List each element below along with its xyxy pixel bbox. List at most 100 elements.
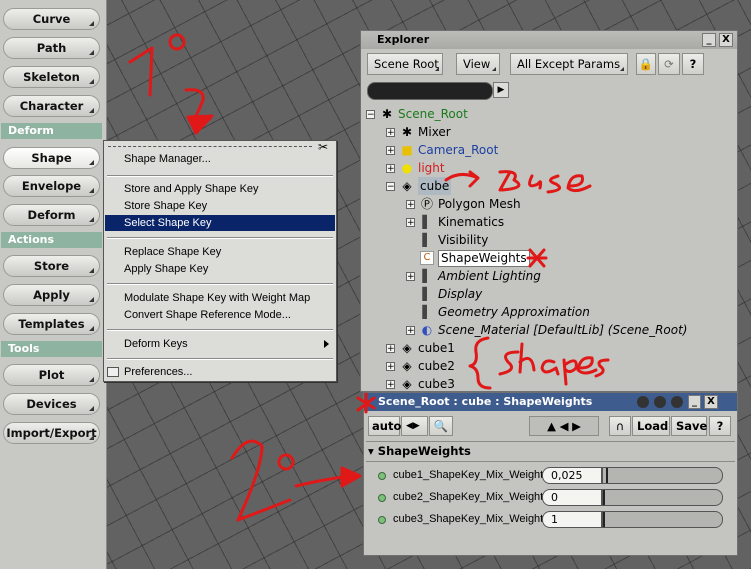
- menu-item-convert-shape-reference-mode[interactable]: Convert Shape Reference Mode...: [105, 307, 335, 323]
- mode-icon[interactable]: [637, 396, 649, 408]
- tree-node[interactable]: + ✱ Mixer: [362, 123, 734, 141]
- menu-item-modulate-shape-key[interactable]: Modulate Shape Key with Weight Map: [105, 290, 335, 306]
- key-nav-buttons[interactable]: ◀▶: [401, 416, 428, 436]
- menu-arrow-icon: [89, 435, 94, 440]
- skeleton-button[interactable]: Skeleton: [3, 66, 100, 88]
- tree-node-label: Camera_Root: [418, 143, 499, 157]
- scope-dropdown[interactable]: Scene Root: [367, 53, 443, 75]
- search-go-button[interactable]: ▶: [493, 82, 509, 98]
- tree-node[interactable]: ▌ Geometry Approximation: [362, 303, 734, 321]
- lock-button[interactable]: 🔒: [636, 53, 656, 75]
- slider-handle[interactable]: [603, 490, 605, 505]
- expand-icon[interactable]: +: [386, 380, 395, 390]
- menu-item-preferences[interactable]: Preferences...: [105, 364, 335, 380]
- shape-weight-slider-row[interactable]: cube1_ShapeKey_Mix_Weight 0,025: [372, 467, 732, 485]
- minimize-button[interactable]: _: [702, 33, 716, 47]
- menu-item-store-shape-key[interactable]: Store Shape Key: [105, 198, 335, 214]
- tree-node[interactable]: + ◈ cube2: [362, 357, 734, 375]
- envelope-button[interactable]: Envelope: [3, 175, 100, 197]
- load-button[interactable]: Load: [632, 416, 670, 436]
- section-toggle[interactable]: ▾ ShapeWeights: [368, 444, 471, 458]
- slider-track[interactable]: [602, 489, 723, 506]
- expand-icon[interactable]: +: [406, 200, 415, 210]
- lock-toggle-button[interactable]: ∩: [609, 416, 631, 436]
- tree-node[interactable]: − ◈ cube: [362, 177, 734, 195]
- character-button[interactable]: Character: [3, 95, 100, 117]
- slider-value-field[interactable]: 0: [542, 489, 602, 506]
- expand-icon[interactable]: +: [386, 128, 395, 138]
- search-field[interactable]: [367, 82, 493, 100]
- tree-node[interactable]: + ◈ cube1: [362, 339, 734, 357]
- close-button[interactable]: X: [704, 395, 718, 409]
- mixer-icon: ✱: [401, 125, 413, 139]
- auto-button[interactable]: auto: [368, 416, 401, 436]
- collapse-icon[interactable]: −: [366, 110, 375, 120]
- shape-button[interactable]: Shape: [3, 147, 100, 169]
- tree-node[interactable]: ▌ Display: [362, 285, 734, 303]
- refresh-button[interactable]: ⟳: [658, 53, 680, 75]
- tear-off-line[interactable]: [108, 146, 312, 147]
- help-button[interactable]: ?: [682, 53, 704, 75]
- store-button[interactable]: Store: [3, 255, 100, 277]
- slider-track[interactable]: [602, 467, 723, 484]
- menu-item-apply-shape-key[interactable]: Apply Shape Key: [105, 261, 335, 277]
- slider-handle[interactable]: [603, 512, 605, 527]
- animation-marker-icon[interactable]: [378, 494, 386, 502]
- animation-marker-icon[interactable]: [378, 472, 386, 480]
- minimize-button[interactable]: _: [688, 395, 701, 409]
- expand-icon[interactable]: +: [386, 344, 395, 354]
- expand-icon[interactable]: +: [386, 164, 395, 174]
- explorer-titlebar[interactable]: Explorer: [361, 31, 737, 49]
- shape-weight-slider-row[interactable]: cube2_ShapeKey_Mix_Weight 0: [372, 489, 732, 507]
- expand-icon[interactable]: +: [406, 272, 415, 282]
- tree-node[interactable]: + ■ Camera_Root: [362, 141, 734, 159]
- key-search-button[interactable]: 🔍: [429, 416, 453, 436]
- slider-handle[interactable]: [606, 468, 608, 483]
- close-button[interactable]: X: [719, 33, 733, 47]
- expand-icon[interactable]: +: [386, 362, 395, 372]
- tree-node[interactable]: + ◈ cube3: [362, 375, 734, 393]
- tree-node[interactable]: + ◐ Scene_Material [DefaultLib] (Scene_Roo…: [362, 321, 734, 339]
- templates-button[interactable]: Templates: [3, 313, 100, 335]
- info-icon[interactable]: [671, 396, 683, 408]
- globe-icon[interactable]: [654, 396, 666, 408]
- curve-button[interactable]: Curve: [3, 8, 100, 30]
- filter-dropdown[interactable]: All Except Params: [510, 53, 628, 75]
- plot-button[interactable]: Plot: [3, 364, 100, 386]
- apply-button[interactable]: Apply: [3, 284, 100, 306]
- tree-node[interactable]: + ▌ Ambient Lighting: [362, 267, 734, 285]
- view-label: View: [463, 57, 491, 71]
- tree-node[interactable]: + ▌ Kinematics: [362, 213, 734, 231]
- tree-node[interactable]: + Ⓟ Polygon Mesh: [362, 195, 734, 213]
- deform-button[interactable]: Deform: [3, 204, 100, 226]
- ambient-lighting-icon: ▌: [422, 269, 432, 283]
- tree-node[interactable]: ▌ Visibility: [362, 231, 734, 249]
- import-export-button[interactable]: Import/Export: [3, 422, 100, 444]
- slider-value-field[interactable]: 1: [542, 511, 602, 528]
- tree-node[interactable]: − ✱ Scene_Root: [362, 105, 734, 123]
- slider-value-field[interactable]: 0,025: [542, 467, 602, 484]
- collapse-icon[interactable]: −: [386, 182, 395, 192]
- history-nav-buttons[interactable]: ▲ ◀ ▶: [529, 416, 599, 436]
- expand-icon[interactable]: +: [406, 326, 415, 336]
- menu-item-shape-manager[interactable]: Shape Manager...: [105, 151, 335, 167]
- devices-button[interactable]: Devices: [3, 393, 100, 415]
- menu-item-deform-keys[interactable]: Deform Keys: [105, 336, 335, 352]
- polygon-mesh-icon: Ⓟ: [420, 197, 433, 211]
- path-button[interactable]: Path: [3, 37, 100, 59]
- light-icon: ●: [401, 161, 413, 175]
- menu-item-replace-shape-key[interactable]: Replace Shape Key: [105, 244, 335, 260]
- shape-weight-slider-row[interactable]: cube3_ShapeKey_Mix_Weight 1: [372, 511, 732, 529]
- save-button[interactable]: Save: [671, 416, 707, 436]
- view-dropdown[interactable]: View: [456, 53, 500, 75]
- animation-marker-icon[interactable]: [378, 516, 386, 524]
- tree-node[interactable]: + ● light: [362, 159, 734, 177]
- expand-icon[interactable]: +: [386, 146, 395, 156]
- menu-item-store-and-apply-shape-key[interactable]: Store and Apply Shape Key: [105, 181, 335, 197]
- slider-track[interactable]: [602, 511, 723, 528]
- tree-node[interactable]: C ShapeWeights: [362, 249, 734, 267]
- expand-icon[interactable]: +: [406, 218, 415, 228]
- tree-node-label: cube3: [418, 377, 455, 391]
- help-button[interactable]: ?: [709, 416, 731, 436]
- menu-item-select-shape-key[interactable]: Select Shape Key: [105, 215, 335, 231]
